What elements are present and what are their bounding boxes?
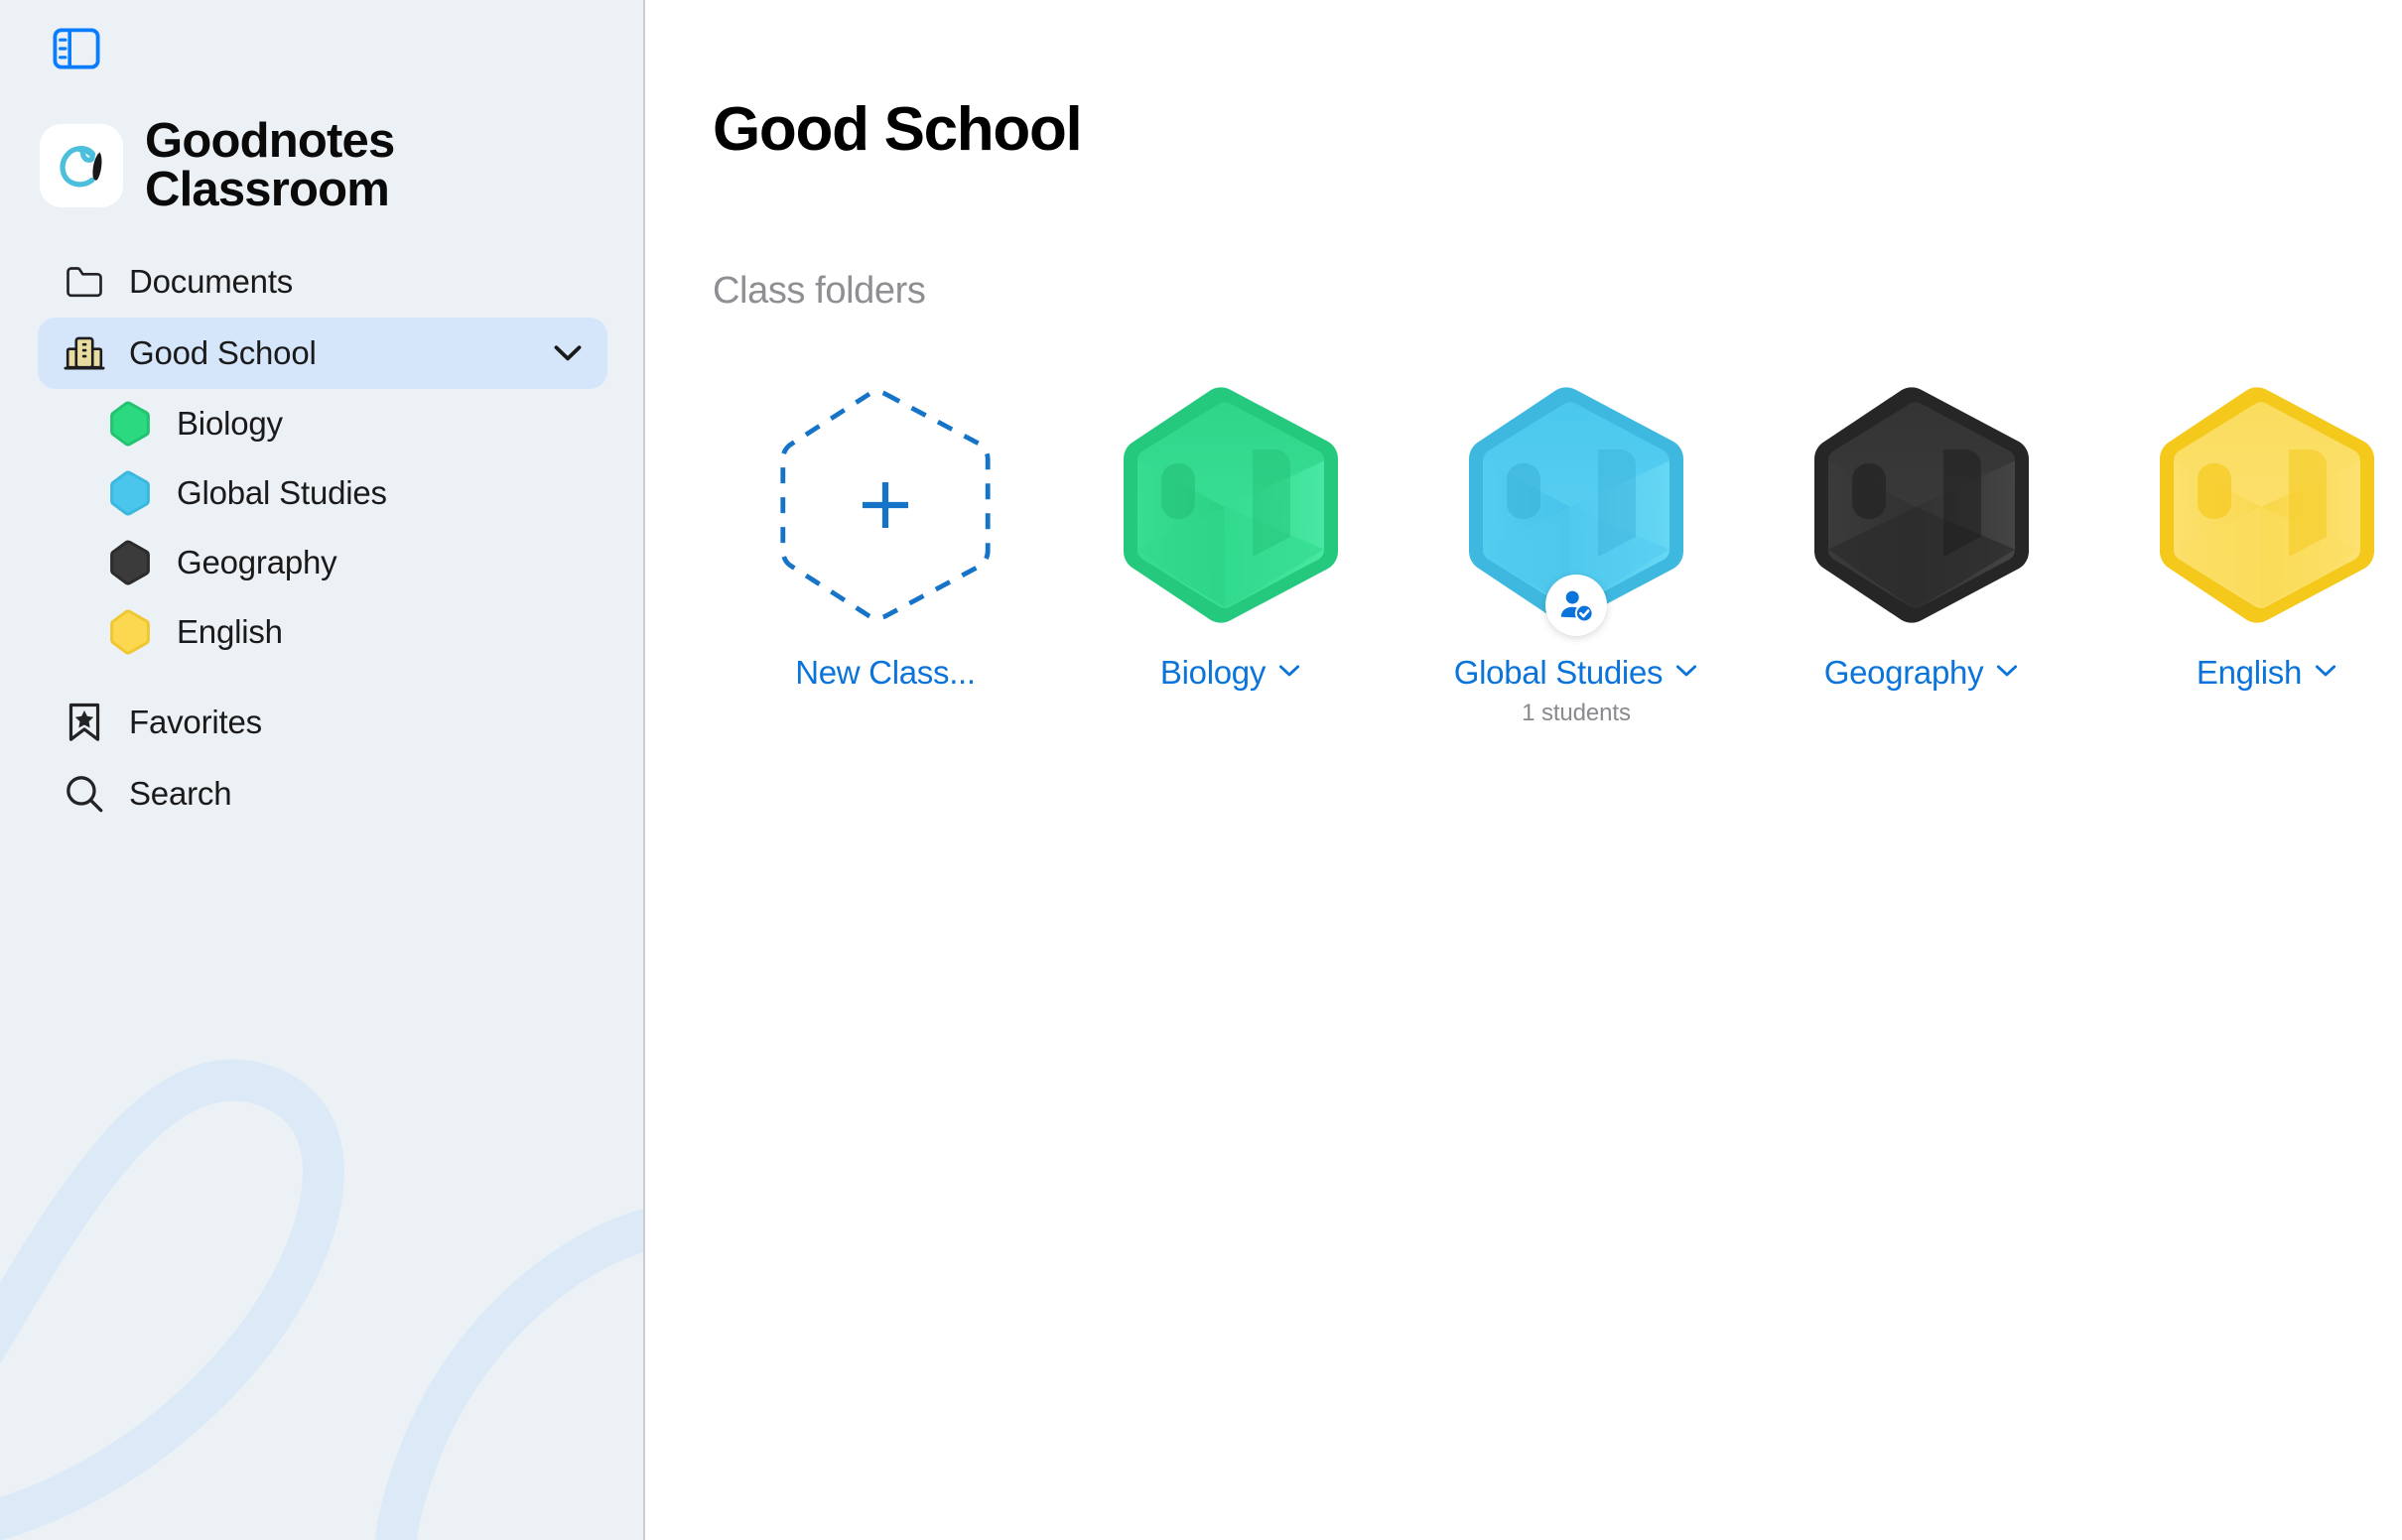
- sidebar-nav: Documents Good School Biology Global Stu…: [0, 246, 643, 830]
- sidebar-item-label: Favorites: [129, 704, 262, 740]
- folder-caption-geography[interactable]: Geography: [1824, 654, 2020, 692]
- chevron-down-icon[interactable]: [552, 337, 584, 369]
- chevron-down-icon[interactable]: [1277, 664, 1301, 683]
- sidebar-item-label: Good School: [129, 334, 317, 371]
- person-check-icon: [1545, 575, 1607, 636]
- sidebar-decoration: [0, 1059, 643, 1540]
- sidebar-item-label: Biology: [177, 405, 283, 442]
- hexagon-box-icon: [1813, 387, 2030, 623]
- hexagon-icon: [105, 538, 155, 587]
- sidebar-item-label: Global Studies: [177, 474, 387, 511]
- sidebar-item-global-studies[interactable]: Global Studies: [38, 458, 607, 528]
- folder-geography[interactable]: [1773, 382, 2070, 628]
- folder-cell-global-studies: Global Studies 1 students: [1403, 382, 1749, 727]
- sidebar-item-label: Geography: [177, 544, 337, 580]
- hexagon-box-icon: [2159, 387, 2375, 623]
- folder-cell-new-class: New Class...: [713, 382, 1058, 692]
- folder-icon: [62, 259, 107, 305]
- sidebar-item-geography[interactable]: Geography: [38, 528, 607, 597]
- hexagon-box-icon: [1123, 387, 1339, 623]
- hexagon-icon: [105, 607, 155, 657]
- sidebar-item-good-school[interactable]: Good School: [38, 318, 607, 389]
- building-icon: [62, 330, 107, 376]
- folder-english[interactable]: [2118, 382, 2402, 628]
- sidebar-item-label: Documents: [129, 263, 294, 300]
- folder-student-count: 1 students: [1522, 700, 1631, 726]
- sidebar-toggle-button[interactable]: [50, 25, 103, 72]
- search-icon: [62, 771, 107, 817]
- chevron-down-icon[interactable]: [2314, 664, 2337, 683]
- folder-biology[interactable]: [1082, 382, 1380, 628]
- folder-cell-biology: Biology: [1058, 382, 1403, 692]
- folder-cell-geography: Geography: [1749, 382, 2094, 692]
- sidebar-toggle-icon: [53, 28, 100, 69]
- folder-cell-english: English: [2094, 382, 2402, 692]
- new-class-caption[interactable]: New Class...: [795, 654, 976, 692]
- folder-label: Biology: [1159, 654, 1267, 691]
- bookmark-star-icon: [62, 700, 107, 745]
- hexagon-icon: [105, 468, 155, 518]
- folder-label: Geography: [1823, 654, 1984, 691]
- class-folder-grid: New Class... Biology Global Studies 1 st…: [713, 382, 2402, 727]
- main-content: Good School Class folders New Class... B…: [645, 0, 2402, 1540]
- sidebar-item-english[interactable]: English: [38, 597, 607, 667]
- page-title: Good School: [713, 95, 1083, 164]
- brand-title: Goodnotes Classroom: [145, 114, 395, 216]
- folder-label: English: [2196, 654, 2303, 691]
- app-brand: Goodnotes Classroom: [40, 114, 395, 216]
- folder-label: New Class...: [795, 654, 976, 691]
- sidebar-item-documents[interactable]: Documents: [38, 246, 607, 318]
- sidebar-item-label: Search: [129, 775, 232, 812]
- sidebar-item-biology[interactable]: Biology: [38, 389, 607, 458]
- folder-caption-biology[interactable]: Biology: [1160, 654, 1301, 692]
- chevron-down-icon[interactable]: [1674, 664, 1698, 683]
- hexagon-icon: [105, 399, 155, 449]
- sidebar-item-label: English: [177, 613, 283, 650]
- folder-caption-global-studies[interactable]: Global Studies: [1454, 654, 1698, 692]
- new-class-button[interactable]: [736, 382, 1034, 628]
- chevron-down-icon[interactable]: [1995, 664, 2019, 683]
- dashed-hexagon-icon: [780, 389, 991, 621]
- folder-global-studies[interactable]: [1427, 382, 1725, 636]
- folder-label: Global Studies: [1453, 654, 1664, 691]
- sidebar-item-favorites[interactable]: Favorites: [38, 687, 607, 758]
- folder-caption-english[interactable]: English: [2197, 654, 2337, 692]
- app-window: Goodnotes Classroom Documents Good Schoo…: [0, 0, 2402, 1540]
- goodnotes-logo-icon: [40, 123, 123, 207]
- sidebar: Goodnotes Classroom Documents Good Schoo…: [0, 0, 645, 1540]
- section-label-class-folders: Class folders: [713, 270, 926, 312]
- sidebar-item-search[interactable]: Search: [38, 758, 607, 830]
